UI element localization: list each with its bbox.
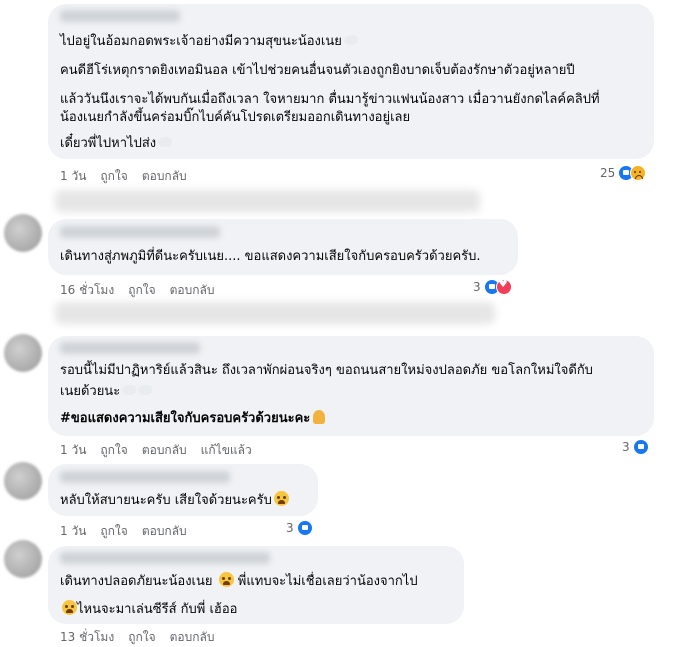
- commenter-name-redacted[interactable]: [60, 471, 230, 483]
- comment-text: เดินทางปลอดภัยนะน้องเนย พี่แทบจะไม่เชื่อ…: [60, 572, 418, 589]
- comment-actions: 13 ชั่วโมง ถูกใจ ตอบกลับ: [60, 628, 214, 647]
- dove-emoji-icon: [343, 35, 358, 45]
- comment-actions: 1 วัน ถูกใจ ตอบกลับ: [60, 167, 187, 186]
- like-button[interactable]: ถูกใจ: [100, 522, 127, 541]
- comment-text: ไหนจะมาเล่นซีรีส์ กับพี่ เฮ้ออ: [60, 600, 237, 619]
- avatar[interactable]: [4, 540, 42, 578]
- comment-timestamp[interactable]: 1 วัน: [60, 441, 86, 460]
- comment-text: รอบนี้ไม่มีปาฏิหาริย์แล้วสินะ ถึงเวลาพัก…: [60, 363, 593, 378]
- comment-timestamp[interactable]: 1 วัน: [60, 522, 86, 541]
- comment-text: แล้ววันนึงเราจะได้พบกันเมื่อถึงเวลา ใจหา…: [60, 92, 600, 107]
- comment-actions: 1 วัน ถูกใจ ตอบกลับ: [60, 522, 187, 541]
- like-button[interactable]: ถูกใจ: [128, 628, 155, 647]
- comment-text: เนยด้วยนะ: [60, 383, 153, 401]
- reaction-count: 3: [622, 440, 630, 454]
- praying-hands-emoji-icon: [313, 410, 326, 424]
- crying-face-emoji-icon: [62, 600, 77, 615]
- comment-timestamp[interactable]: 16 ชั่วโมง: [60, 281, 114, 300]
- sad-icon: [630, 165, 647, 181]
- reply-button[interactable]: ตอบกลับ: [142, 441, 187, 460]
- comment-text: เดี๋ยวพี่ไปหาไปส่ง: [60, 135, 173, 153]
- reply-button[interactable]: ตอบกลับ: [142, 167, 187, 186]
- dove-emoji-icon: [158, 137, 173, 147]
- reaction-count: 3: [473, 280, 481, 294]
- reply-button[interactable]: ตอบกลับ: [170, 628, 215, 647]
- commenter-name-redacted[interactable]: [60, 10, 180, 22]
- like-icon: [296, 520, 313, 536]
- comment-text: คนดีฮีโร่เหตุกราดยิงเทอมินอล เข้าไปช่วยค…: [60, 63, 575, 78]
- commenter-name-redacted[interactable]: [60, 552, 270, 564]
- crying-face-emoji-icon: [218, 572, 234, 587]
- comment-timestamp[interactable]: 1 วัน: [60, 167, 86, 186]
- crying-face-emoji-icon: [273, 491, 289, 506]
- hashtag[interactable]: #ขอแสดงความเสียใจกับครอบครัวด้วยนะคะ: [60, 410, 326, 428]
- dove-emoji-icon: [122, 385, 137, 395]
- commenter-name-redacted[interactable]: [60, 342, 200, 354]
- comment-actions: 16 ชั่วโมง ถูกใจ ตอบกลับ: [60, 281, 214, 300]
- comment-timestamp[interactable]: 13 ชั่วโมง: [60, 628, 114, 647]
- like-icon: [632, 439, 649, 455]
- reply-preview-redacted[interactable]: [55, 190, 480, 212]
- comment-text: เดินทางสู่ภพภูมิที่ดีนะครับเนย.... ขอแสด…: [60, 249, 481, 264]
- comment-actions: 1 วัน ถูกใจ ตอบกลับ แก้ไขแล้ว: [60, 441, 252, 460]
- like-button[interactable]: ถูกใจ: [128, 281, 155, 300]
- like-button[interactable]: ถูกใจ: [100, 441, 127, 460]
- comment-text: น้องเนยกำลังขึ้นคร่อมบิ๊กไบค์คันโปรดเตรี…: [60, 110, 411, 125]
- dove-emoji-icon: [138, 385, 153, 395]
- reaction-summary[interactable]: 3: [473, 279, 512, 295]
- reaction-count: 3: [286, 521, 294, 535]
- reaction-count: 25: [600, 166, 616, 180]
- reply-button[interactable]: ตอบกลับ: [142, 522, 187, 541]
- comment-text: ไปอยู่ในอ้อมกอดพระเจ้าอย่างมีความสุขนะน้…: [60, 33, 358, 51]
- reaction-summary[interactable]: 25: [600, 165, 647, 181]
- avatar[interactable]: [4, 214, 42, 252]
- commenter-name-redacted[interactable]: [60, 226, 220, 238]
- love-icon: [495, 279, 512, 295]
- reaction-summary[interactable]: 3: [622, 439, 649, 455]
- reply-preview-redacted[interactable]: [55, 302, 495, 324]
- comment-text: หลับให้สบายนะครับ เสียใจด้วยนะครับ: [60, 491, 289, 510]
- reaction-summary[interactable]: 3: [286, 520, 313, 536]
- edited-label[interactable]: แก้ไขแล้ว: [201, 441, 252, 460]
- avatar[interactable]: [4, 334, 42, 372]
- reply-button[interactable]: ตอบกลับ: [170, 281, 215, 300]
- avatar[interactable]: [4, 462, 42, 500]
- like-button[interactable]: ถูกใจ: [100, 167, 127, 186]
